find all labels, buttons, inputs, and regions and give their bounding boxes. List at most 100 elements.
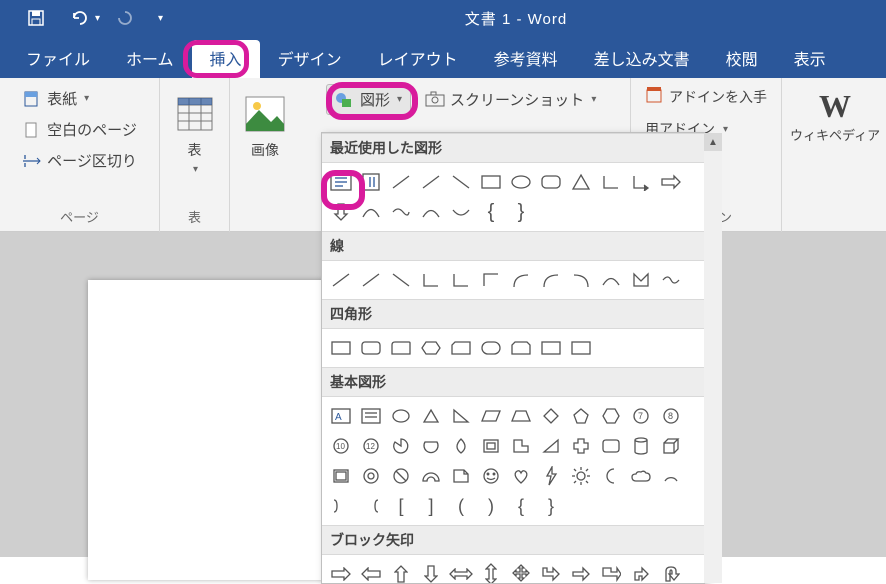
basic-can[interactable] [627, 432, 655, 460]
arrow-quad[interactable] [507, 560, 535, 583]
basic-plaque[interactable] [597, 432, 625, 460]
line-elbow-3[interactable] [477, 266, 505, 294]
basic-bracket-r[interactable]: ] [417, 492, 445, 520]
line-curve-1[interactable] [507, 266, 535, 294]
cover-page-button[interactable]: 表紙▾ [18, 86, 93, 111]
tab-references[interactable]: 参考資料 [476, 40, 576, 78]
basic-moon[interactable] [597, 462, 625, 490]
basic-12[interactable]: 12 [357, 432, 385, 460]
basic-cube[interactable] [657, 432, 685, 460]
shape-arrow-right[interactable] [657, 168, 685, 196]
tab-design[interactable]: デザイン [260, 40, 360, 78]
shapes-button[interactable]: 図形▾ [326, 84, 411, 115]
scrollbar[interactable]: ▲ [704, 133, 722, 583]
scroll-up-icon[interactable]: ▲ [704, 133, 722, 151]
basic-paren-r[interactable]: ) [477, 492, 505, 520]
line-scribble[interactable] [657, 266, 685, 294]
arrow-more2[interactable] [567, 560, 595, 583]
arrow-r[interactable] [327, 560, 355, 583]
shape-textbox-vertical[interactable] [357, 168, 385, 196]
line-freeform[interactable] [627, 266, 655, 294]
basic-paren-l[interactable]: ( [447, 492, 475, 520]
basic-10[interactable]: 10 [327, 432, 355, 460]
basic-tri[interactable] [417, 402, 445, 430]
line-2[interactable] [357, 266, 385, 294]
rect-2[interactable] [357, 334, 385, 362]
arrow-l[interactable] [357, 560, 385, 583]
rect-1[interactable] [327, 334, 355, 362]
tab-file[interactable]: ファイル [8, 40, 108, 78]
basic-chord[interactable] [417, 432, 445, 460]
basic-para[interactable] [477, 402, 505, 430]
basic-oct[interactable]: 8 [657, 402, 685, 430]
line-3[interactable] [387, 266, 415, 294]
save-icon[interactable] [25, 7, 47, 29]
basic-lshape[interactable] [507, 432, 535, 460]
basic-brace-l[interactable]: { [507, 492, 535, 520]
rect-3[interactable] [387, 334, 415, 362]
shape-wave2[interactable] [387, 198, 415, 226]
table-button[interactable]: 表 ▾ [173, 86, 217, 175]
line-arc[interactable] [597, 266, 625, 294]
tab-insert[interactable]: 挿入 [192, 40, 260, 78]
shape-line-arrow[interactable] [417, 168, 445, 196]
shape-elbow-arrow[interactable] [627, 168, 655, 196]
arrow-ud[interactable] [477, 560, 505, 583]
basic-hept[interactable]: 7 [627, 402, 655, 430]
basic-frame[interactable] [477, 432, 505, 460]
shape-brace-left[interactable]: { [477, 198, 505, 226]
blank-page-button[interactable]: 空白のページ [18, 117, 141, 142]
rect-5[interactable] [447, 334, 475, 362]
page-break-button[interactable]: ページ区切り [18, 148, 141, 173]
shape-wave1[interactable] [357, 198, 385, 226]
shape-line[interactable] [387, 168, 415, 196]
basic-blockarc[interactable] [417, 462, 445, 490]
basic-textbox2[interactable] [357, 402, 385, 430]
rect-9[interactable] [567, 334, 595, 362]
undo-dropdown-icon[interactable]: ▾ [95, 13, 100, 24]
basic-brace-r[interactable]: } [537, 492, 565, 520]
basic-cloud[interactable] [627, 462, 655, 490]
basic-cross[interactable] [567, 432, 595, 460]
arrow-bent[interactable] [627, 560, 655, 583]
arrow-u[interactable] [387, 560, 415, 583]
basic-textbox1[interactable]: A [327, 402, 355, 430]
basic-oval[interactable] [387, 402, 415, 430]
image-button[interactable]: 画像 [243, 86, 287, 160]
basic-tear[interactable] [447, 432, 475, 460]
tab-mailings[interactable]: 差し込み文書 [576, 40, 708, 78]
line-curve-3[interactable] [567, 266, 595, 294]
shape-curve[interactable] [447, 198, 475, 226]
basic-pent[interactable] [567, 402, 595, 430]
tab-home[interactable]: ホーム [108, 40, 192, 78]
basic-bevel[interactable] [327, 462, 355, 490]
tab-view[interactable]: 表示 [776, 40, 844, 78]
arrow-d[interactable] [417, 560, 445, 583]
shape-arrow-down[interactable] [327, 198, 355, 226]
rect-8[interactable] [537, 334, 565, 362]
basic-heart[interactable] [507, 462, 535, 490]
get-addins-button[interactable]: アドインを入手 [645, 86, 767, 107]
shape-elbow[interactable] [597, 168, 625, 196]
line-curve-2[interactable] [537, 266, 565, 294]
arrow-uturn[interactable] [657, 560, 685, 583]
basic-br2[interactable] [357, 492, 385, 520]
basic-fold[interactable] [447, 462, 475, 490]
shape-brace-right[interactable]: } [507, 198, 535, 226]
undo-icon[interactable] [69, 7, 91, 29]
shape-textbox[interactable] [327, 168, 355, 196]
scroll-track[interactable] [704, 151, 722, 583]
rect-7[interactable] [507, 334, 535, 362]
tab-review[interactable]: 校閲 [708, 40, 776, 78]
basic-diag[interactable] [537, 432, 565, 460]
basic-donut[interactable] [357, 462, 385, 490]
basic-bolt[interactable] [537, 462, 565, 490]
basic-br1[interactable] [327, 492, 355, 520]
basic-noentry[interactable] [387, 462, 415, 490]
basic-diamond[interactable] [537, 402, 565, 430]
shape-rect[interactable] [477, 168, 505, 196]
line-elbow-1[interactable] [417, 266, 445, 294]
basic-bracket-l[interactable]: [ [387, 492, 415, 520]
basic-trap[interactable] [507, 402, 535, 430]
rect-6[interactable] [477, 334, 505, 362]
